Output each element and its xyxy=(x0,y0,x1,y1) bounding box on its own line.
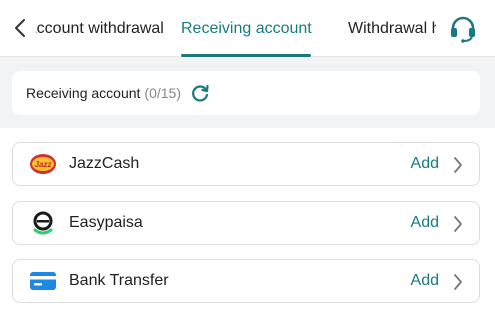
svg-text:Jazz: Jazz xyxy=(35,160,52,169)
chevron-right-icon xyxy=(451,214,465,234)
tab-withdrawal-history[interactable]: Withdrawal history xyxy=(348,0,436,57)
account-row-easypaisa[interactable]: Easypaisa Add xyxy=(12,201,480,245)
bank-card-icon xyxy=(29,269,57,293)
top-navigation: Account withdrawal Receiving account Wit… xyxy=(0,0,495,57)
chevron-right-icon xyxy=(451,272,465,292)
easypaisa-logo xyxy=(29,211,57,235)
customer-support-button[interactable] xyxy=(446,12,480,46)
jazzcash-logo: Jazz xyxy=(29,152,57,176)
headset-icon xyxy=(451,16,475,43)
chevron-left-icon xyxy=(15,19,25,37)
account-row-bank-transfer[interactable]: Bank Transfer Add xyxy=(12,259,480,303)
tab-account-withdrawal[interactable]: Account withdrawal xyxy=(36,0,164,57)
chevron-right-icon xyxy=(451,155,465,175)
refresh-icon xyxy=(192,84,209,102)
summary-label: Receiving account xyxy=(26,85,141,101)
account-row-jazzcash[interactable]: Jazz JazzCash Add xyxy=(12,142,480,186)
add-jazzcash-link[interactable]: Add xyxy=(411,155,439,173)
add-easypaisa-link[interactable]: Add xyxy=(411,214,439,232)
account-list-panel: Jazz JazzCash Add Easypaisa Add Bank Tra… xyxy=(0,128,495,327)
add-bank-transfer-link[interactable]: Add xyxy=(411,272,439,290)
active-tab-indicator xyxy=(181,54,311,57)
refresh-button[interactable] xyxy=(189,82,211,104)
account-name: Bank Transfer xyxy=(69,272,169,289)
tab-receiving-account[interactable]: Receiving account xyxy=(181,0,312,57)
back-button[interactable] xyxy=(8,14,32,42)
account-count: (0/15) xyxy=(144,85,181,101)
account-name: Easypaisa xyxy=(69,214,143,231)
receiving-account-summary: Receiving account (0/15) xyxy=(12,71,480,115)
tab-strip: Account withdrawal Receiving account Wit… xyxy=(36,0,436,57)
account-name: JazzCash xyxy=(69,155,140,172)
